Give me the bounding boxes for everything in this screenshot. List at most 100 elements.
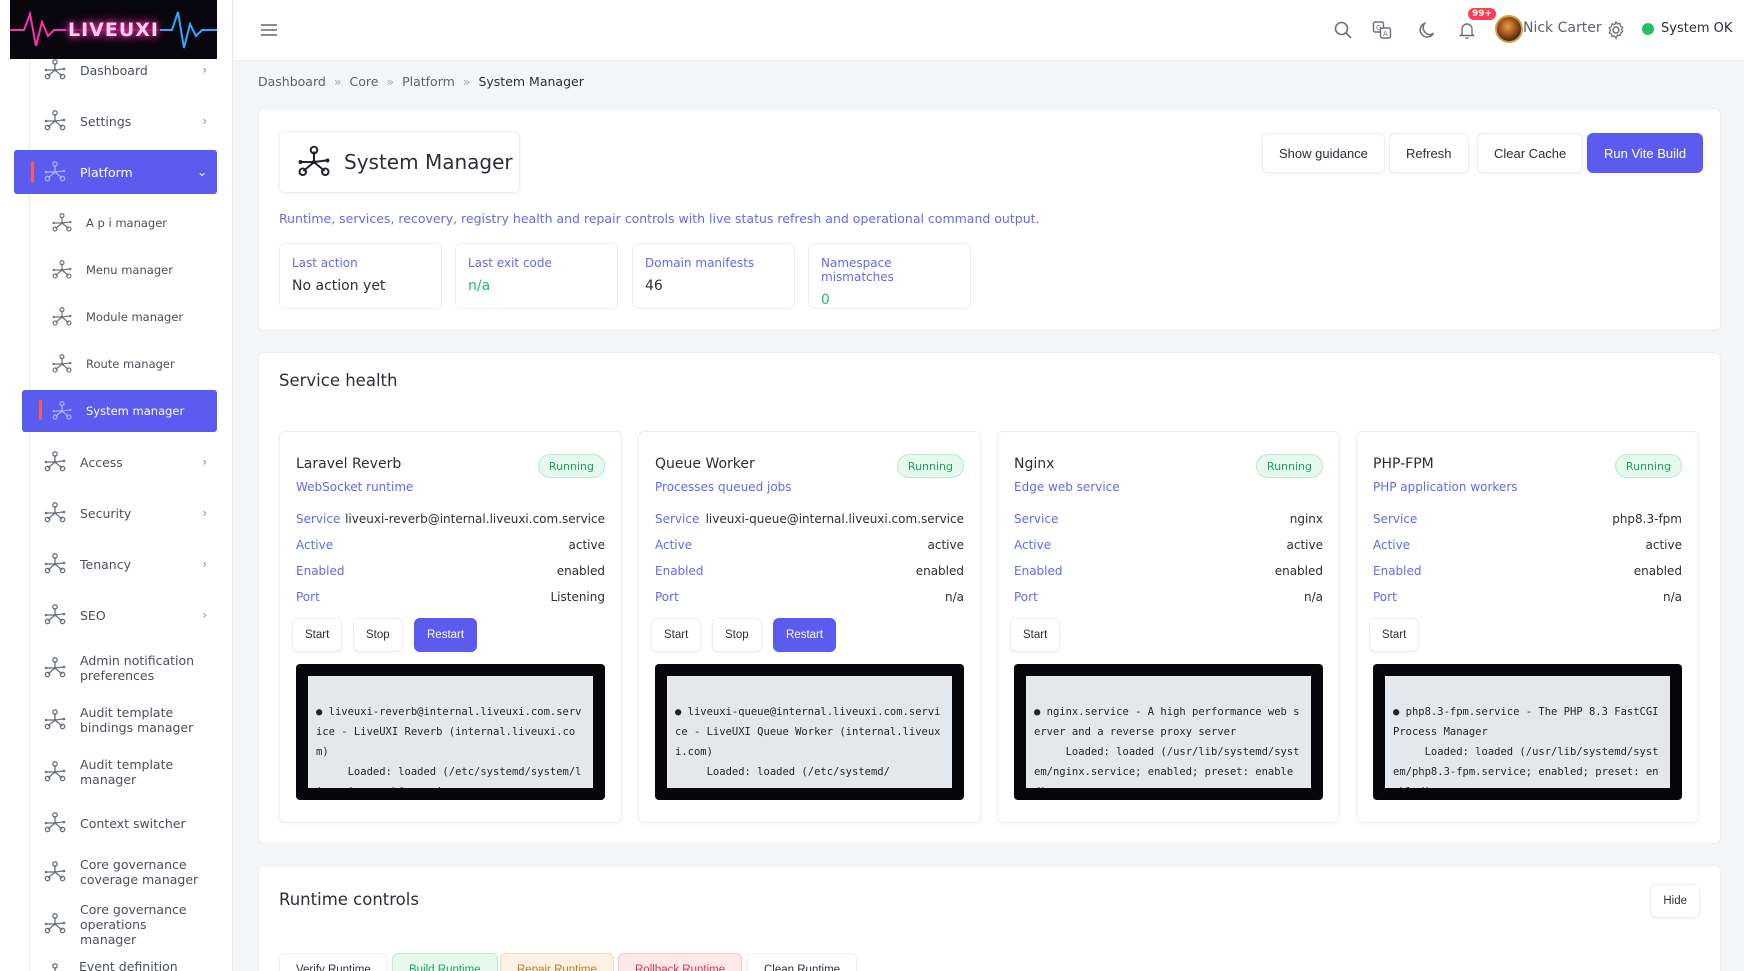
sidebar-subitem-label: System manager [86,404,185,418]
runtime-button-rollback-runtime[interactable]: Rollback Runtime [618,953,743,971]
start-button[interactable]: Start [1369,618,1420,652]
service-name: Queue Worker [655,456,755,472]
gear-icon[interactable] [1604,18,1628,42]
molecule-icon [50,258,74,282]
sidebar-item-audit-template-manager[interactable]: Audit template manager [14,750,217,794]
sidebar-item-label: Context switcher [80,815,186,831]
sidebar-subitem-module-manager[interactable]: Module manager [22,297,217,337]
terminal-output-text: ● nginx.service - A high performance web… [1026,676,1311,788]
start-button[interactable]: Start [1010,618,1061,652]
molecule-icon [42,707,68,733]
sidebar-item-label: Tenancy [80,556,131,572]
terminal-output: ● liveuxi-reverb@internal.liveuxi.com.se… [296,664,605,800]
sidebar-subitem-route-manager[interactable]: Route manager [22,344,217,384]
show-guidance-button[interactable]: Show guidance [1262,133,1385,173]
molecule-icon [42,655,68,681]
runtime-button-verify-runtime[interactable]: Verify Runtime [279,953,388,971]
service-card-laravel-reverb: Laravel Reverb WebSocket runtime Running… [279,431,622,823]
start-button[interactable]: Start [651,618,702,652]
breadcrumb-platform[interactable]: Platform [402,74,455,89]
sidebar-item-tenancy[interactable]: Tenancy › [14,542,217,586]
hide-button[interactable]: Hide [1650,884,1700,918]
sidebar-item-event-definition-wizard[interactable]: Event definition wizard [14,952,217,971]
page-title-box: System Manager [279,131,520,193]
molecule-icon [50,352,74,376]
chevron-right-icon: › [202,455,207,469]
row-label: Enabled [1373,564,1422,578]
sidebar-subitem-label: Route manager [86,357,175,371]
row-value: enabled [1633,564,1682,578]
runtime-button-clean-runtime[interactable]: Clean Runtime [747,953,858,971]
row-label: Active [1373,538,1411,552]
svg-text:G: G [1376,24,1381,32]
terminal-output: ● liveuxi-queue@internal.liveuxi.com.ser… [655,664,964,800]
sidebar-item-dashboard[interactable]: Dashboard › [14,48,217,92]
restart-button[interactable]: Restart [773,618,837,652]
notification-bell-icon[interactable] [1455,18,1479,42]
avatar[interactable] [1495,15,1523,43]
sidebar-item-label: Platform [80,164,133,180]
restart-button[interactable]: Restart [414,618,478,652]
row-label: Service [655,512,700,526]
stat-last-action: Last action No action yet [279,243,442,309]
breadcrumb-core[interactable]: Core [349,74,378,89]
service-card-php-fpm: PHP-FPM PHP application workers Running … [1356,431,1699,823]
sidebar-item-admin-notification-preferences[interactable]: Admin notification preferences [14,646,217,690]
molecule-icon [50,399,74,423]
dark-mode-moon-icon[interactable] [1415,18,1439,42]
start-button[interactable]: Start [292,618,343,652]
runtime-button-build-runtime[interactable]: Build Runtime [392,953,498,971]
row-value: n/a [944,590,964,604]
notification-count-badge: 99+ [1468,8,1497,20]
sidebar-subitem-menu-manager[interactable]: Menu manager [22,250,217,290]
stop-button[interactable]: Stop [353,618,403,652]
sidebar-subitem-system-manager[interactable]: System manager [22,390,217,432]
row-value: liveuxi-reverb@internal.liveuxi.com.serv… [345,512,605,526]
refresh-button[interactable]: Refresh [1389,133,1469,173]
sidebar-item-access[interactable]: Access › [14,440,217,484]
row-label: Active [1014,538,1052,552]
sidebar-item-label: Settings [80,113,132,129]
row-value: active [927,538,964,552]
hamburger-icon[interactable] [257,18,281,42]
chevron-right-icon: › [202,506,207,520]
chevron-right-icon: › [202,114,207,128]
sidebar-item-audit-template-bindings-manager[interactable]: Audit template bindings manager [14,698,217,742]
service-subtitle: WebSocket runtime [296,480,414,494]
row-label: Service [1373,512,1418,526]
sidebar-item-context-switcher[interactable]: Context switcher [14,801,217,845]
search-icon[interactable] [1331,18,1355,42]
run-vite-build-button[interactable]: Run Vite Build [1587,133,1704,173]
row-value: n/a [1662,590,1682,604]
stat-domain-manifests: Domain manifests 46 [632,243,795,309]
row-value: Listening [550,590,605,604]
molecule-icon [42,810,68,836]
sidebar-item-platform[interactable]: Platform ⌄ [14,150,217,194]
sidebar-item-seo[interactable]: SEO › [14,593,217,637]
user-name[interactable]: Nick Carter [1523,20,1602,36]
breadcrumb-dashboard[interactable]: Dashboard [258,74,326,89]
terminal-output-text: ● liveuxi-reverb@internal.liveuxi.com.se… [308,676,593,788]
row-label: Port [296,590,320,604]
service-health-card: Service health Laravel Reverb WebSocket … [258,352,1721,844]
molecule-icon [42,961,67,971]
sidebar-item-core-governance-operations-manager[interactable]: Core governance operations manager [14,902,217,947]
molecule-icon [42,551,68,577]
molecule-icon [42,57,68,83]
stop-button[interactable]: Stop [712,618,762,652]
sidebar-item-label: Event definition wizard [79,959,178,971]
sidebar-item-security[interactable]: Security › [14,491,217,535]
breadcrumb: Dashboard » Core » Platform » System Man… [258,74,584,89]
chevron-right-icon: › [202,557,207,571]
row-active: Active active [296,538,605,552]
sidebar-item-core-governance-coverage-manager[interactable]: Core governance coverage manager [14,850,217,894]
sidebar-item-settings[interactable]: Settings › [14,99,217,143]
row-label: Enabled [1014,564,1063,578]
row-label: Enabled [655,564,704,578]
sidebar-subitem-api-manager[interactable]: A p i manager [22,203,217,243]
translate-icon[interactable]: GA [1370,18,1394,42]
status-badge: Running [1255,454,1323,478]
runtime-button-repair-runtime[interactable]: Repair Runtime [500,953,614,971]
clear-cache-button[interactable]: Clear Cache [1477,133,1584,173]
sidebar-item-label: Dashboard [80,62,148,78]
